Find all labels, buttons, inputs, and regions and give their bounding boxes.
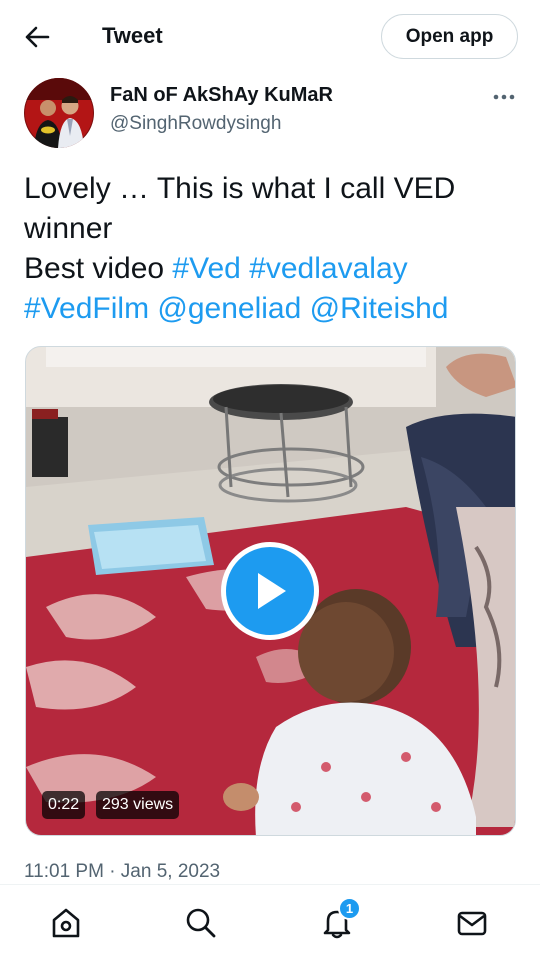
bottom-navigation: 1 [0,884,540,960]
play-button[interactable] [221,542,319,640]
tweet-text: Lovely … This is what I call VED winner … [24,169,524,329]
mention-link-riteishd[interactable]: @Riteishd [310,292,449,325]
avatar-image [24,78,94,148]
tweet-text-line: winner [24,212,113,245]
back-button[interactable] [20,22,54,52]
play-icon [258,573,286,609]
mention-link-geneliad[interactable]: @geneliad [157,292,301,325]
top-bar: Tweet Open app [0,0,540,75]
tweet-text-line: Lovely … This is what I call VED [24,172,456,205]
search-icon [186,908,216,938]
more-options-button[interactable] [488,84,520,110]
open-app-button[interactable]: Open app [381,14,518,59]
tweet-text-line: #VedFilm @geneliad @Riteishd [24,289,524,329]
video-duration: 0:22 [42,791,86,819]
home-icon [52,908,80,938]
notification-count-badge: 1 [338,897,361,920]
hashtag-link-ved[interactable]: #Ved [172,252,240,285]
more-dots-icon [493,94,515,100]
author-display-name[interactable]: FaN oF AkShAy KuMaR [110,84,333,107]
video-views-count: 293 views [96,791,180,819]
nav-home-button[interactable] [46,903,86,943]
tweet-text-fragment: Best video [24,252,173,285]
tweet-text-line: Best video #Ved #vedlavalay [24,249,524,289]
page-title: Tweet [102,23,163,48]
hashtag-link-vedlavalay[interactable]: #vedlavalay [249,252,407,285]
tweet-timestamp[interactable]: 11:01 PM · Jan 5, 2023 [24,861,220,883]
nav-messages-button[interactable] [452,903,492,943]
video-player[interactable]: 0:22 293 views [25,346,516,836]
messages-mail-icon [457,911,487,936]
nav-search-button[interactable] [181,903,221,943]
author-handle[interactable]: @SinghRowdysingh [110,113,281,135]
avatar[interactable] [24,78,94,148]
hashtag-link-vedfilm[interactable]: #VedFilm [24,292,149,325]
arrow-left-icon [25,26,50,48]
